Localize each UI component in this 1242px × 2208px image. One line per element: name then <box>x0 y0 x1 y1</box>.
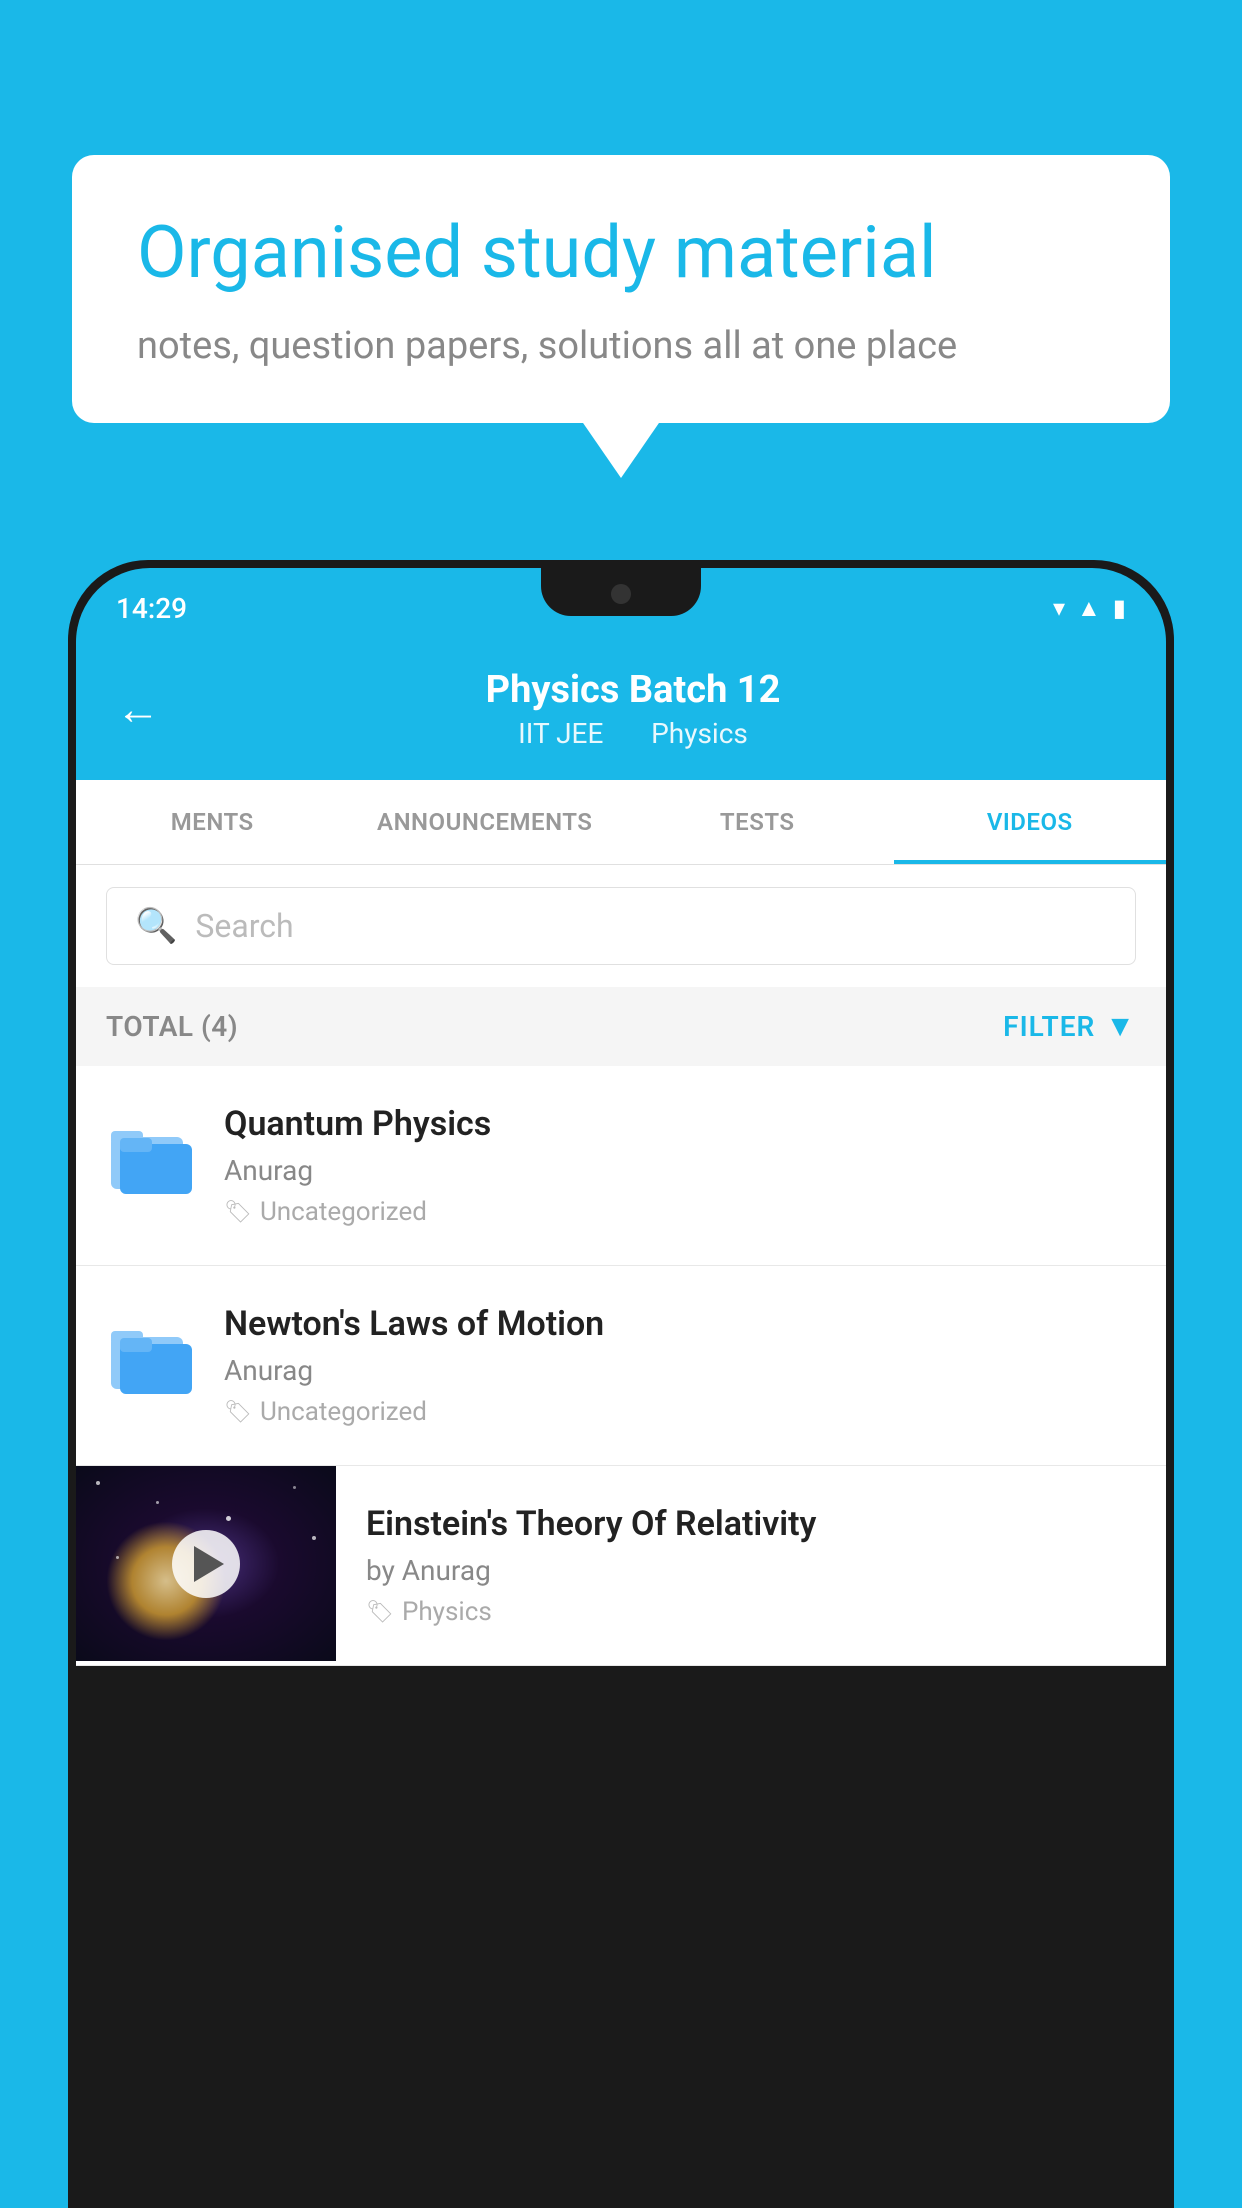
status-icons: ▾ ▲ ▮ <box>1053 594 1126 623</box>
speech-bubble-container: Organised study material notes, question… <box>72 155 1170 423</box>
video-tag: 🏷 Physics <box>366 1597 1136 1627</box>
nav-title-area: Physics Batch 12 IIT JEE Physics <box>200 668 1066 750</box>
video-author: Anurag <box>224 1154 1136 1187</box>
tag-icon: 🏷 <box>224 1400 252 1425</box>
tag-icon: 🏷 <box>224 1200 252 1225</box>
speech-bubble: Organised study material notes, question… <box>72 155 1170 423</box>
nav-subtitle-physics: Physics <box>651 717 748 750</box>
status-bar: 14:29 ▾ ▲ ▮ <box>76 568 1166 648</box>
folder-icon <box>106 1109 196 1199</box>
search-placeholder: Search <box>195 907 293 945</box>
nav-subtitle-iit: IIT JEE <box>518 717 603 750</box>
battery-icon: ▮ <box>1113 594 1126 622</box>
tag-label: Uncategorized <box>260 1197 427 1227</box>
wifi-icon: ▾ <box>1053 594 1065 622</box>
filter-button[interactable]: FILTER ▼ <box>1003 1009 1136 1044</box>
play-button[interactable] <box>172 1530 240 1598</box>
search-icon: 🔍 <box>135 906 177 946</box>
filter-icon: ▼ <box>1105 1009 1136 1044</box>
app-background: Organised study material notes, question… <box>0 0 1242 2208</box>
notch <box>541 568 701 616</box>
tag-label: Uncategorized <box>260 1397 427 1427</box>
status-time: 14:29 <box>116 592 187 625</box>
camera-dot <box>611 584 631 604</box>
phone-frame: 14:29 ▾ ▲ ▮ ← Physics Batch 12 IIT JEE <box>68 560 1174 2208</box>
search-container: 🔍 Search <box>76 865 1166 987</box>
total-label: TOTAL (4) <box>106 1010 238 1043</box>
back-button[interactable]: ← <box>116 683 160 735</box>
video-info: Einstein's Theory Of Relativity by Anura… <box>336 1466 1166 1665</box>
phone-screen: 14:29 ▾ ▲ ▮ ← Physics Batch 12 IIT JEE <box>76 568 1166 2208</box>
list-item[interactable]: Quantum Physics Anurag 🏷 Uncategorized <box>76 1066 1166 1266</box>
tag-icon: 🏷 <box>366 1600 394 1625</box>
content-area: Quantum Physics Anurag 🏷 Uncategorized <box>76 1066 1166 1666</box>
search-bar[interactable]: 🔍 Search <box>106 887 1136 965</box>
video-author: by Anurag <box>366 1554 1136 1587</box>
nav-title: Physics Batch 12 <box>200 668 1066 712</box>
tab-tests[interactable]: TESTS <box>621 780 894 864</box>
tabs-bar: MENTS ANNOUNCEMENTS TESTS VIDEOS <box>76 780 1166 865</box>
tag-label: Physics <box>402 1597 492 1627</box>
nav-subtitle: IIT JEE Physics <box>200 717 1066 750</box>
video-title: Quantum Physics <box>224 1104 1136 1144</box>
filter-label: FILTER <box>1003 1010 1095 1043</box>
video-info: Quantum Physics Anurag 🏷 Uncategorized <box>224 1104 1136 1227</box>
bubble-subtitle: notes, question papers, solutions all at… <box>137 324 1105 368</box>
filter-row: TOTAL (4) FILTER ▼ <box>76 987 1166 1066</box>
video-author: Anurag <box>224 1354 1136 1387</box>
top-nav: ← Physics Batch 12 IIT JEE Physics <box>76 648 1166 780</box>
video-title: Newton's Laws of Motion <box>224 1304 1136 1344</box>
tab-announcements[interactable]: ANNOUNCEMENTS <box>349 780 622 864</box>
video-tag: 🏷 Uncategorized <box>224 1197 1136 1227</box>
video-title: Einstein's Theory Of Relativity <box>366 1504 1136 1544</box>
tab-documents[interactable]: MENTS <box>76 780 349 864</box>
video-info: Newton's Laws of Motion Anurag 🏷 Uncateg… <box>224 1304 1136 1427</box>
video-tag: 🏷 Uncategorized <box>224 1397 1136 1427</box>
list-item[interactable]: Einstein's Theory Of Relativity by Anura… <box>76 1466 1166 1666</box>
tab-videos[interactable]: VIDEOS <box>894 780 1167 864</box>
signal-icon: ▲ <box>1077 594 1101 623</box>
list-item[interactable]: Newton's Laws of Motion Anurag 🏷 Uncateg… <box>76 1266 1166 1466</box>
video-thumbnail <box>76 1466 336 1661</box>
folder-icon <box>106 1309 196 1399</box>
play-icon <box>194 1546 224 1582</box>
bubble-title: Organised study material <box>137 210 1105 296</box>
